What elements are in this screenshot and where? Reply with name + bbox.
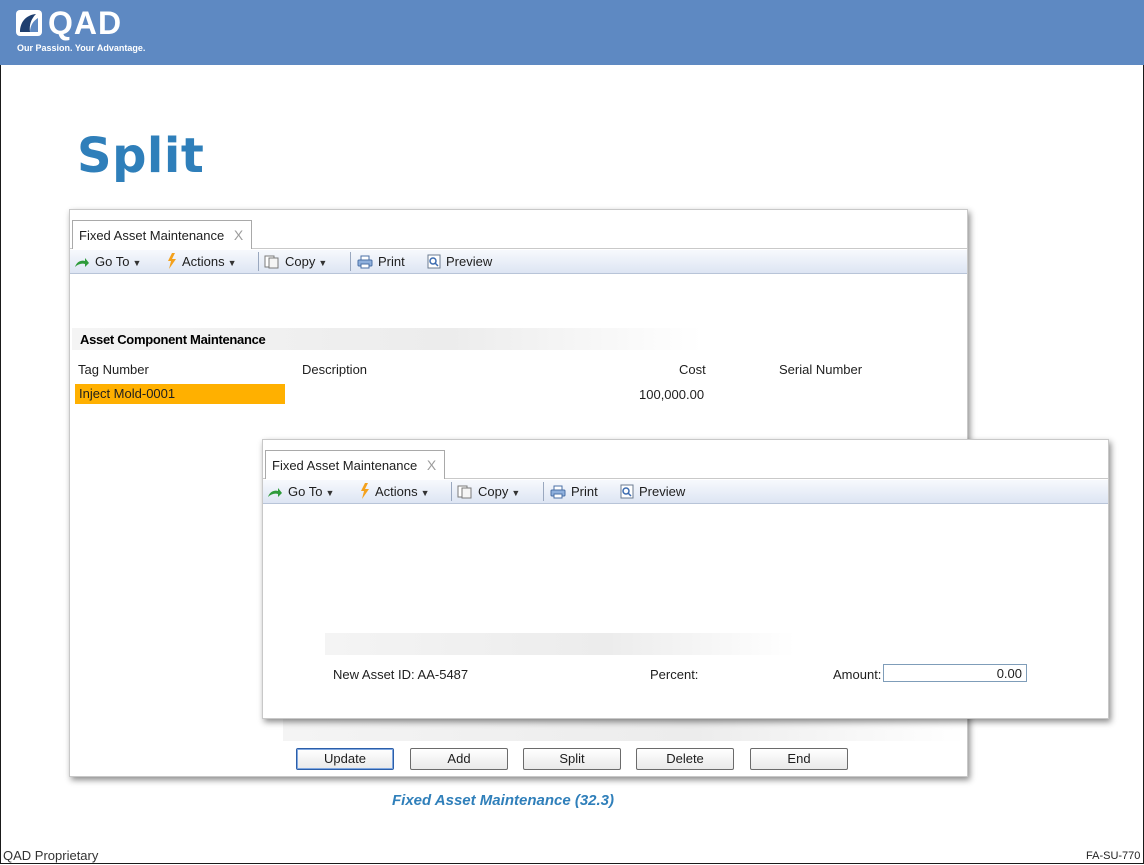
tab-fixed-asset-maintenance[interactable]: Fixed Asset Maintenance X — [72, 220, 253, 249]
logo-tagline: Our Passion. Your Advantage. — [17, 43, 146, 53]
preview-icon — [620, 484, 634, 499]
close-icon[interactable]: X — [234, 227, 243, 243]
new-asset-id-field: New Asset ID: AA-5487 — [333, 667, 468, 682]
actions-lightning-icon — [168, 253, 176, 269]
tab-strip: Fixed Asset Maintenance X — [70, 210, 967, 249]
qad-logo-mark-icon — [16, 10, 42, 36]
toolbar-divider — [543, 482, 544, 501]
toolbar-divider — [350, 252, 351, 271]
column-header-tag-number[interactable]: Tag Number — [78, 362, 149, 377]
tab-label: Fixed Asset Maintenance — [79, 228, 225, 243]
column-header-serial-number[interactable]: Serial Number — [779, 362, 862, 377]
amount-label: Amount: — [833, 667, 882, 682]
slide-title: Split — [77, 128, 205, 184]
figure-caption: Fixed Asset Maintenance (32.3) — [392, 792, 615, 809]
footer-proprietary: QAD Proprietary — [3, 848, 99, 863]
toolbar-divider — [258, 252, 259, 271]
goto-menu[interactable]: Go To ▼ — [74, 253, 141, 271]
actions-lightning-icon — [361, 483, 369, 499]
logo-wordmark: QAD — [48, 5, 123, 41]
goto-arrow-icon — [75, 258, 89, 267]
section-title: Asset Component Maintenance — [80, 332, 266, 347]
actions-menu[interactable]: Actions ▼ — [167, 253, 237, 271]
goto-arrow-icon — [268, 488, 282, 497]
new-asset-id-value: AA-5487 — [417, 667, 469, 682]
tab-strip: Fixed Asset Maintenance X — [263, 440, 1108, 479]
actions-menu[interactable]: Actions ▼ — [360, 483, 430, 501]
toolbar: Go To ▼ Actions ▼ Copy ▼ Print Preview — [70, 250, 967, 274]
preview-icon — [427, 254, 441, 269]
preview-button[interactable]: Preview — [427, 253, 492, 271]
copy-menu[interactable]: Copy ▼ — [457, 483, 520, 501]
split-asset-window: Fixed Asset Maintenance X Go To ▼ Actions… — [262, 439, 1109, 719]
percent-label: Percent: — [650, 667, 699, 682]
selected-tag-number-cell[interactable]: Inject Mold-0001 — [75, 384, 285, 404]
header-bar: QAD Our Passion. Your Advantage. — [0, 0, 1144, 65]
chevron-down-icon: ▼ — [511, 488, 521, 498]
section-band-below — [283, 719, 966, 741]
new-asset-id-label: New Asset ID: — [333, 667, 415, 682]
preview-button[interactable]: Preview — [620, 483, 685, 501]
printer-icon — [550, 485, 566, 499]
chevron-down-icon: ▼ — [132, 258, 142, 268]
footer-course-code: FA-SU-770 — [1086, 850, 1141, 862]
copy-icon — [457, 485, 472, 499]
delete-button[interactable]: Delete — [636, 748, 734, 770]
add-button[interactable]: Add — [410, 748, 508, 770]
print-button[interactable]: Print — [357, 253, 405, 271]
chevron-down-icon: ▼ — [318, 258, 328, 268]
column-header-cost[interactable]: Cost — [679, 362, 706, 377]
chevron-down-icon: ▼ — [325, 488, 335, 498]
copy-icon — [264, 255, 279, 269]
copy-menu[interactable]: Copy ▼ — [264, 253, 327, 271]
chevron-down-icon: ▼ — [227, 258, 237, 268]
qad-logo: QAD Our Passion. Your Advantage. — [14, 5, 184, 61]
toolbar-divider — [451, 482, 452, 501]
goto-menu[interactable]: Go To ▼ — [267, 483, 334, 501]
close-icon[interactable]: X — [427, 457, 436, 473]
update-button[interactable]: Update — [296, 748, 394, 770]
printer-icon — [357, 255, 373, 269]
cost-cell[interactable]: 100,000.00 — [639, 387, 704, 402]
section-header — [325, 633, 795, 655]
toolbar: Go To ▼ Actions ▼ Copy ▼ Print Preview — [263, 480, 1108, 504]
chevron-down-icon: ▼ — [420, 488, 430, 498]
amount-field[interactable]: 0.00 — [883, 664, 1027, 682]
split-button[interactable]: Split — [523, 748, 621, 770]
column-header-description[interactable]: Description — [302, 362, 367, 377]
end-button[interactable]: End — [750, 748, 848, 770]
section-header: Asset Component Maintenance — [72, 328, 702, 350]
print-button[interactable]: Print — [550, 483, 598, 501]
tab-label: Fixed Asset Maintenance — [272, 458, 418, 473]
tab-fixed-asset-maintenance[interactable]: Fixed Asset Maintenance X — [265, 450, 446, 479]
